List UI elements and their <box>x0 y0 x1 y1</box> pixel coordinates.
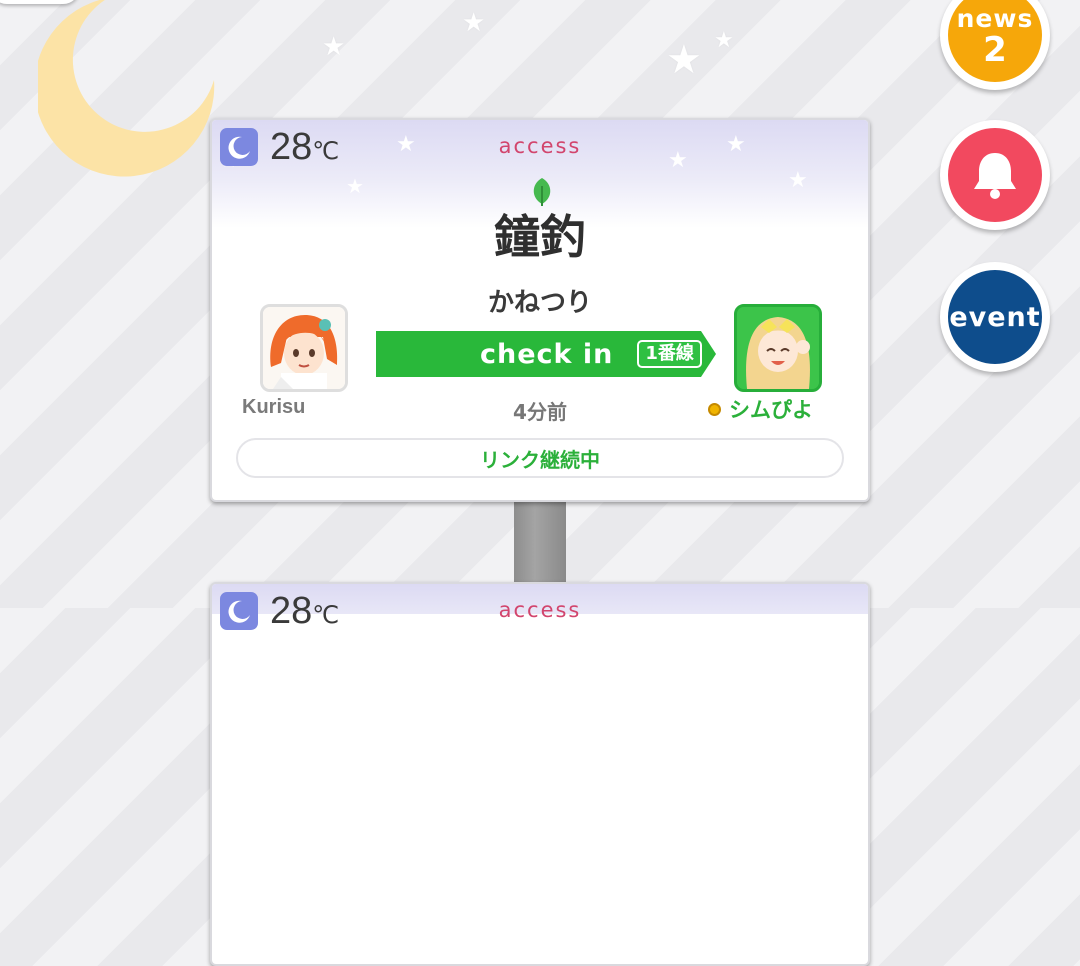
checkin-label: check in <box>480 338 614 370</box>
star-decoration-icon: ★ <box>322 32 346 62</box>
moon-decoration-icon <box>38 0 215 177</box>
user-name-right: シムぴよ <box>729 398 813 422</box>
star-decoration-icon: ★ <box>666 37 702 83</box>
avatar-image <box>263 307 345 389</box>
category-label: access <box>498 134 582 158</box>
station-name: 鐘釣 <box>494 210 586 264</box>
event-button[interactable]: event <box>940 262 1050 372</box>
star-decoration-icon: ★ <box>714 28 734 53</box>
track-badge: 1番線 <box>637 340 702 368</box>
star-decoration-icon: ★ <box>462 8 486 38</box>
news-count-badge: 2 <box>983 29 1007 70</box>
station-card-next[interactable]: 28℃ access <box>210 582 870 966</box>
user-avatar-right[interactable] <box>734 304 822 392</box>
bell-icon <box>974 153 1016 199</box>
rank-coin-icon <box>708 402 721 416</box>
avatar-image <box>737 307 819 389</box>
event-label: event <box>948 270 1042 364</box>
news-label: news <box>956 3 1034 33</box>
link-status-button[interactable]: リンク継続中 <box>236 438 844 478</box>
station-card[interactable]: ★ ★ ★ ★ ★ ★ 28℃ access 鐘釣 かねつり <box>210 118 870 502</box>
sign-pole <box>514 500 566 590</box>
notification-button[interactable] <box>940 120 1050 230</box>
news-button[interactable]: news 2 <box>940 0 1050 90</box>
checkin-bar[interactable]: check in 1番線 <box>376 331 716 377</box>
leaf-icon <box>533 178 551 206</box>
category-label: access <box>498 598 582 622</box>
user-avatar-left[interactable] <box>260 304 348 392</box>
star-decoration-icon: ★ <box>788 168 808 193</box>
star-decoration-icon: ★ <box>346 174 364 198</box>
user-name-right-row: シムぴよ <box>708 394 848 424</box>
